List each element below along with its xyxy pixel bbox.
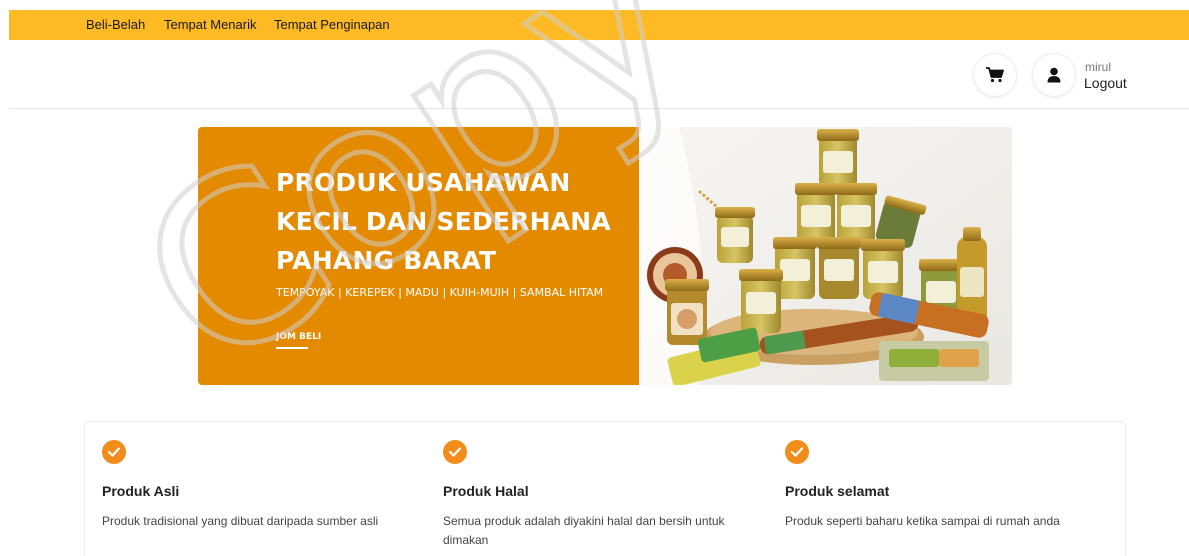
feature-title: Produk selamat	[785, 483, 890, 499]
feature-title: Produk Halal	[443, 483, 529, 499]
check-circle-icon	[785, 440, 809, 464]
user-icon	[1047, 67, 1061, 83]
jar-row-top	[817, 129, 859, 187]
product-jars-illustration	[639, 127, 1012, 385]
feature-produk-halal: Produk Halal Semua produk adalah diyakin…	[443, 440, 725, 547]
cart-icon	[986, 67, 1004, 83]
feature-description: Produk seperti baharu ketika sampai di r…	[785, 514, 1060, 528]
features-panel: Produk Asli Produk tradisional yang dibu…	[84, 421, 1126, 556]
hero-title-line-3: PAHANG BARAT	[276, 246, 497, 275]
cta-underline	[276, 347, 308, 349]
hero-banner: PRODUK USAHAWAN KECIL DAN SEDERHANA PAHA…	[198, 127, 1012, 385]
hero-product-image	[639, 127, 1012, 385]
hero-subtitle: TEMPOYAK | KEREPEK | MADU | KUIH-MUIH | …	[276, 286, 604, 299]
logout-link[interactable]: Logout	[1084, 75, 1127, 91]
nav-link-tempat-menarik[interactable]: Tempat Menarik	[164, 17, 256, 32]
check-circle-icon	[102, 440, 126, 464]
feature-produk-asli: Produk Asli Produk tradisional yang dibu…	[102, 440, 378, 528]
feature-produk-selamat: Produk selamat Produk seperti baharu ket…	[785, 440, 1060, 528]
cart-button[interactable]	[974, 54, 1016, 96]
feature-title: Produk Asli	[102, 483, 180, 499]
top-nav-bar: Beli-Belah Tempat Menarik Tempat Pengina…	[9, 10, 1189, 40]
feature-description: Semua produk adalah diyakini halal dan b…	[443, 514, 725, 547]
hero-title: PRODUK USAHAWAN KECIL DAN SEDERHANA PAHA…	[276, 163, 616, 280]
jom-beli-button[interactable]: JOM BELI	[276, 332, 321, 342]
username-label: mirul	[1085, 60, 1111, 74]
user-avatar-button[interactable]	[1033, 54, 1075, 96]
nav-link-tempat-penginapan[interactable]: Tempat Penginapan	[274, 17, 390, 32]
nav-link-beli-belah[interactable]: Beli-Belah	[86, 17, 145, 32]
hero-title-line-2: KECIL DAN SEDERHANA	[276, 207, 611, 236]
check-circle-icon	[443, 440, 467, 464]
hero-title-line-1: PRODUK USAHAWAN	[276, 168, 571, 197]
header-divider	[9, 108, 1189, 109]
feature-description: Produk tradisional yang dibuat daripada …	[102, 514, 379, 528]
hero-text-panel: PRODUK USAHAWAN KECIL DAN SEDERHANA PAHA…	[198, 127, 639, 385]
